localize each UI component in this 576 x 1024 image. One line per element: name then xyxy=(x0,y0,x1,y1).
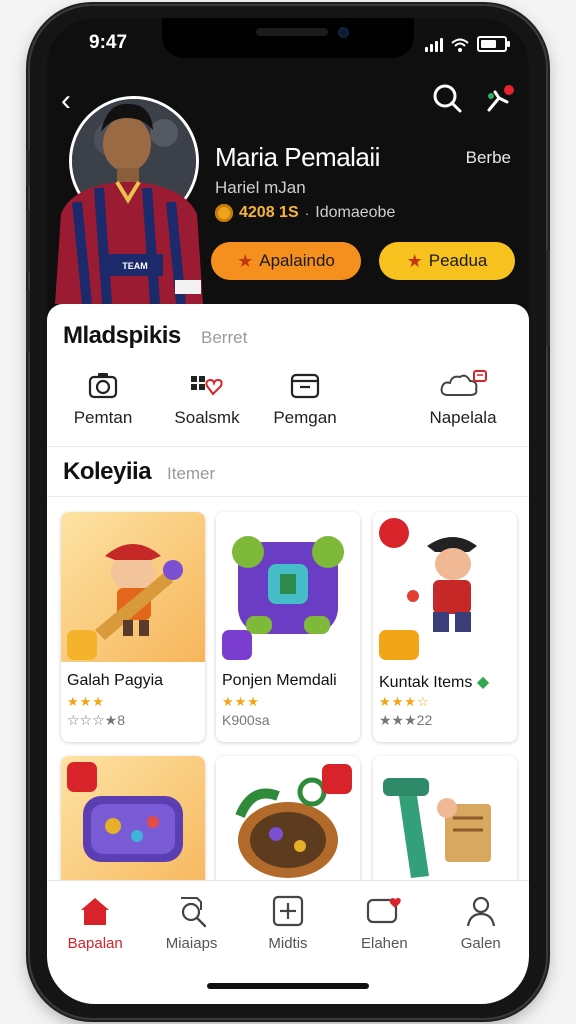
item-badge-icon xyxy=(222,630,252,660)
follow-button[interactable]: Berbe xyxy=(466,148,511,168)
collection-subtitle: Itemer xyxy=(167,464,216,483)
volume-up-button xyxy=(26,210,30,272)
signal-icon xyxy=(425,38,443,52)
coin-value: 4208 1S xyxy=(239,204,299,221)
item-name: Galah Pagyia xyxy=(67,672,164,689)
notch xyxy=(162,18,414,58)
notification-icon[interactable] xyxy=(481,82,517,118)
collection-title: Koleyiia xyxy=(63,458,152,485)
speaker xyxy=(256,28,328,36)
home-indicator[interactable] xyxy=(207,983,369,989)
quick-item-label: Pemtan xyxy=(73,408,133,427)
star-icon: ★ xyxy=(237,250,254,271)
quick-item-label: Soalsmk xyxy=(174,408,240,427)
verified-icon: ◆ xyxy=(476,674,490,691)
item-meta: ☆☆☆★8 xyxy=(67,712,125,728)
secondary-action-label: Peadua xyxy=(428,251,488,270)
primary-action-button[interactable]: ★ Apalaindo xyxy=(211,242,361,280)
nav-item-profile[interactable]: Galen xyxy=(433,881,529,1004)
rating-stars: ★★★ xyxy=(67,694,105,709)
separator-icon: · xyxy=(304,205,310,221)
search-doc-icon xyxy=(180,897,206,928)
collection-item[interactable]: Galah Pagyia ★★★ ☆☆☆★8 xyxy=(61,512,205,742)
status-time: 9:47 xyxy=(89,32,128,53)
item-name: Ponjen Memdali xyxy=(222,672,337,689)
section-divider xyxy=(47,446,529,447)
item-badge-icon xyxy=(322,764,352,794)
mute-switch xyxy=(26,150,30,186)
item-meta: ★★★22 xyxy=(379,712,433,728)
home-icon xyxy=(81,898,110,925)
quick-section-subtitle: Berret xyxy=(201,328,248,347)
quick-item-label: Napelala xyxy=(429,408,497,427)
volume-down-button xyxy=(26,290,30,352)
quick-item-folder[interactable]: Pemgan xyxy=(253,368,357,428)
quick-item-cloud[interactable]: Napelala xyxy=(411,368,515,428)
chat-heart-icon xyxy=(367,898,402,924)
plus-box-icon xyxy=(272,895,304,927)
rating-stars: ★★★ xyxy=(222,694,260,709)
player-portrait: TEAM xyxy=(55,103,203,304)
nav-label: Galen xyxy=(460,935,501,952)
item-image xyxy=(61,512,205,662)
battery-icon xyxy=(477,36,510,52)
folder-icon xyxy=(290,373,320,399)
wifi-icon xyxy=(451,38,469,52)
status-icons xyxy=(425,36,510,52)
coin-balance: 4208 1S · Idomaeobe xyxy=(215,204,395,222)
cloud-icon xyxy=(440,370,487,396)
svg-text:TEAM: TEAM xyxy=(122,261,148,271)
nav-item-home[interactable]: Bapalan xyxy=(47,881,143,1004)
user-icon xyxy=(466,896,495,927)
profile-subtitle: Hariel mJan xyxy=(215,178,306,197)
nav-label: Miaiaps xyxy=(165,935,218,952)
item-badge-icon xyxy=(67,762,97,792)
rating-stars: ★★★☆ xyxy=(379,694,430,709)
quick-item-soalsmk[interactable]: Soalsmk xyxy=(155,368,259,428)
front-camera xyxy=(338,27,349,38)
screen: 9:47 ‹ TEAM Maria Pemalaii Berbe Hariel … xyxy=(47,18,529,1004)
coin-subtitle: Idomaeobe xyxy=(315,204,396,221)
collection-item[interactable]: Ponjen Memdali ★★★ K900sa xyxy=(216,512,360,742)
search-icon[interactable] xyxy=(431,82,463,114)
profile-name: Maria Pemalaii xyxy=(215,142,380,172)
primary-action-label: Apalaindo xyxy=(259,251,335,270)
nav-label: Midtis xyxy=(268,935,308,952)
nav-label: Elahen xyxy=(361,935,408,952)
item-badge-icon xyxy=(379,518,409,548)
quick-section-title: Mladspikis xyxy=(63,322,181,349)
item-meta: K900sa xyxy=(222,712,270,728)
quick-item-label: Pemgan xyxy=(273,408,337,427)
item-badge-icon xyxy=(379,630,419,660)
collection-item[interactable]: Kuntak Items ◆ ★★★☆ ★★★22 xyxy=(373,512,517,742)
item-badge-icon xyxy=(67,630,97,660)
quick-item-camera[interactable]: Pemtan xyxy=(51,368,155,428)
item-image xyxy=(373,512,517,662)
camera-icon xyxy=(88,373,118,399)
item-name: Kuntak Items ◆ xyxy=(379,674,490,691)
secondary-action-button[interactable]: ★ Peadua xyxy=(379,242,515,280)
coin-icon xyxy=(215,204,233,222)
section-divider xyxy=(47,496,529,497)
item-image xyxy=(216,512,360,662)
nav-label: Bapalan xyxy=(67,935,123,952)
grid-heart-icon xyxy=(191,376,223,396)
star-icon: ★ xyxy=(406,250,423,271)
power-button xyxy=(546,250,550,346)
